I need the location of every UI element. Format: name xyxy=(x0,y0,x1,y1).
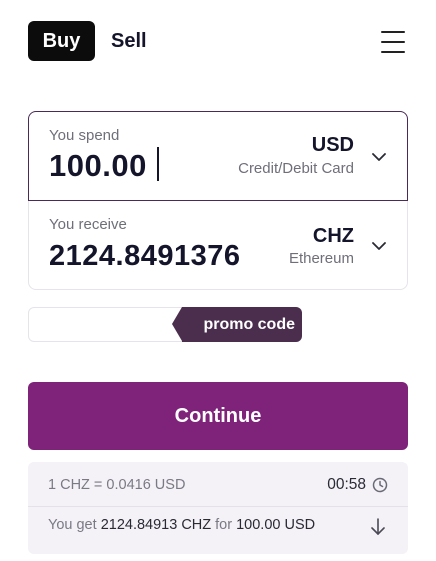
receive-label: You receive xyxy=(49,216,127,233)
spend-field[interactable]: You spend USD Credit/Debit Card xyxy=(28,111,408,201)
spend-label: You spend xyxy=(49,127,120,144)
text-caret xyxy=(157,147,159,181)
quote-get-price: 100.00 USD xyxy=(236,517,316,533)
quote-get-for: for xyxy=(215,517,233,533)
promo-code-input[interactable] xyxy=(33,310,173,339)
hamburger-menu-icon[interactable] xyxy=(378,28,408,56)
menu-line xyxy=(381,41,405,43)
quote-get-amount: 2124.84913 CHZ xyxy=(100,517,212,533)
receive-amount: 2124.8491376 xyxy=(49,240,241,272)
exchange-rate: 1 CHZ = 0.0416 USD xyxy=(48,477,186,493)
receive-field[interactable]: You receive 2124.8491376 CHZ Ethereum xyxy=(29,202,407,290)
continue-button[interactable]: Continue xyxy=(28,382,408,450)
chevron-down-icon[interactable] xyxy=(371,238,387,254)
tab-buy[interactable]: Buy xyxy=(28,21,95,61)
spend-amount-wrapper xyxy=(49,148,249,184)
payment-method[interactable]: Credit/Debit Card xyxy=(238,160,354,177)
menu-line xyxy=(381,51,405,53)
receive-network[interactable]: Ethereum xyxy=(289,250,354,267)
chevron-down-icon[interactable] xyxy=(371,149,387,165)
receive-currency[interactable]: CHZ xyxy=(313,225,354,248)
clock-icon xyxy=(372,477,388,493)
spend-amount-input[interactable] xyxy=(49,148,249,184)
menu-line xyxy=(381,31,405,33)
arrow-down-icon[interactable] xyxy=(370,517,386,537)
quote-timer: 00:58 xyxy=(327,476,366,493)
header: Buy Sell xyxy=(0,0,436,80)
spend-currency[interactable]: USD xyxy=(312,134,354,157)
quote-summary: You get 2124.84913 CHZ for 100.00 USD xyxy=(48,517,315,533)
quote-panel: 1 CHZ = 0.0416 USD 00:58 You get 2124.84… xyxy=(28,462,408,554)
exchange-form: You spend USD Credit/Debit Card You rece… xyxy=(28,111,408,290)
tab-sell[interactable]: Sell xyxy=(108,21,150,61)
quote-get-prefix: You get xyxy=(48,517,97,533)
divider xyxy=(28,506,408,507)
promo-code-tag: promo code xyxy=(172,307,302,342)
